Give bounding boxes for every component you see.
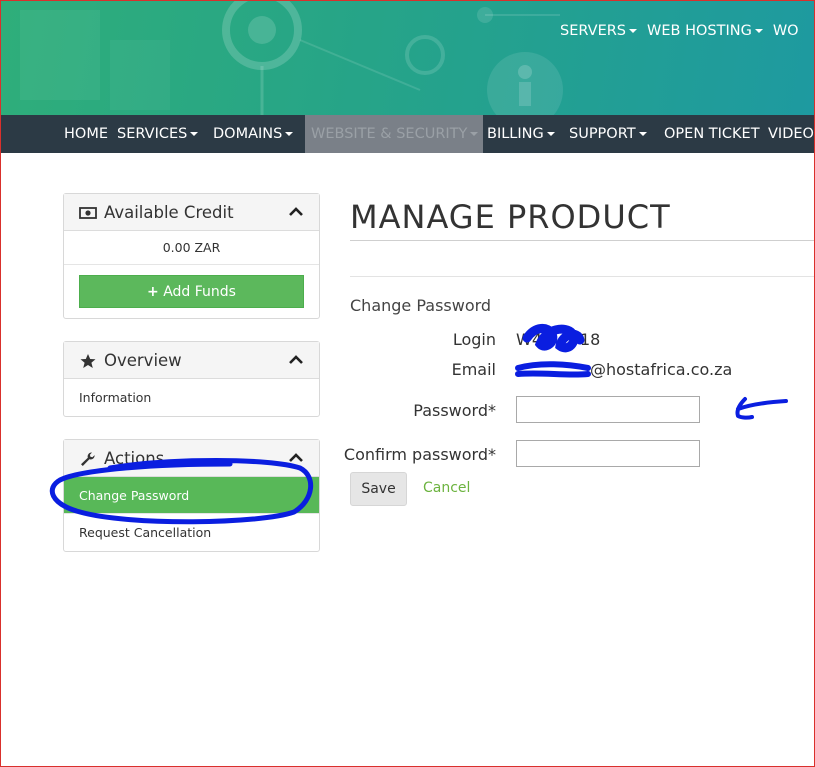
credit-panel-title: Available Credit — [104, 203, 234, 222]
actions-panel-title: Actions — [104, 449, 165, 468]
login-label: Login — [452, 330, 496, 349]
main-nav: HOME SERVICES DOMAINS WEBSITE & SECURITY… — [0, 115, 815, 153]
nav-website-security[interactable]: WEBSITE & SECURITY — [305, 115, 483, 153]
credit-value: 0.00 ZAR — [64, 231, 319, 265]
page-title: MANAGE PRODUCT — [350, 198, 671, 236]
add-funds-wrap: + Add Funds — [64, 265, 319, 318]
sidebar-item-change-password[interactable]: Change Password — [64, 477, 319, 514]
chevron-up-icon[interactable] — [289, 207, 303, 217]
password-input[interactable] — [516, 396, 700, 423]
plus-icon: + — [147, 284, 159, 300]
save-button[interactable]: Save — [350, 472, 407, 506]
chevron-down-icon — [629, 29, 638, 33]
nav-billing-label: BILLING — [487, 126, 544, 142]
nav-domains-label: DOMAINS — [213, 126, 283, 142]
add-funds-button[interactable]: + Add Funds — [79, 275, 304, 308]
chevron-down-icon — [190, 132, 199, 136]
star-icon — [80, 354, 96, 368]
section-divider — [350, 276, 815, 277]
nav-open-ticket[interactable]: OPEN TICKET — [664, 115, 760, 153]
chevron-down-icon — [285, 132, 294, 136]
email-label: Email — [451, 360, 496, 379]
top-nav-web-hosting[interactable]: WEB HOSTING — [647, 23, 763, 39]
chevron-up-icon[interactable] — [289, 355, 303, 365]
top-nav-servers-label: SERVERS — [560, 23, 627, 39]
site-header-banner: SERVERS WEB HOSTING WO — [0, 0, 815, 115]
nav-support-label: SUPPORT — [569, 126, 636, 142]
nav-billing[interactable]: BILLING — [487, 115, 555, 153]
nav-website-security-label: WEBSITE & SECURITY — [311, 126, 468, 142]
overview-panel-header[interactable]: Overview — [64, 342, 319, 379]
credit-panel-header[interactable]: Available Credit — [64, 194, 319, 231]
overview-panel-title: Overview — [104, 351, 182, 370]
confirm-password-input[interactable] — [516, 440, 700, 467]
top-nav: SERVERS WEB HOSTING WO — [560, 23, 809, 39]
nav-video[interactable]: VIDEO — [768, 115, 814, 153]
header-decoration — [20, 0, 563, 115]
chevron-down-icon — [546, 132, 555, 136]
title-divider — [350, 240, 815, 241]
actions-panel: Actions Change Password Request Cancella… — [63, 439, 320, 552]
cancel-link[interactable]: Cancel — [423, 480, 470, 496]
sidebar-item-request-cancellation[interactable]: Request Cancellation — [64, 514, 319, 551]
top-nav-wo[interactable]: WO — [773, 23, 799, 39]
chevron-down-icon — [754, 29, 763, 33]
arrow-annotation — [735, 397, 788, 420]
chevron-up-icon[interactable] — [289, 453, 303, 463]
nav-home-label: HOME — [64, 126, 108, 142]
nav-open-ticket-label: OPEN TICKET — [664, 126, 760, 142]
nav-support[interactable]: SUPPORT — [569, 115, 647, 153]
confirm-password-label: Confirm password* — [343, 445, 496, 464]
redaction-scribble-email — [515, 361, 591, 378]
actions-panel-header[interactable]: Actions — [64, 440, 319, 477]
chevron-down-icon — [638, 132, 647, 136]
nav-video-label: VIDEO — [768, 126, 814, 142]
money-icon — [79, 207, 97, 219]
top-nav-wo-label: WO — [772, 23, 799, 39]
login-value-end: 18 — [580, 330, 601, 349]
wrench-icon — [81, 452, 95, 466]
nav-services-label: SERVICES — [117, 126, 188, 142]
nav-domains[interactable]: DOMAINS — [213, 115, 294, 153]
sidebar-item-information[interactable]: Information — [64, 379, 319, 416]
email-value: @hostafrica.co.za — [590, 360, 733, 379]
overview-panel: Overview Information — [63, 341, 320, 417]
nav-services[interactable]: SERVICES — [117, 115, 199, 153]
login-value-start: W4 — [516, 330, 542, 349]
top-nav-web-hosting-label: WEB HOSTING — [647, 23, 752, 39]
credit-panel: Available Credit 0.00 ZAR + Add Funds — [63, 193, 320, 319]
top-nav-servers[interactable]: SERVERS — [560, 23, 638, 39]
section-title: Change Password — [350, 296, 492, 315]
add-funds-label: Add Funds — [163, 284, 236, 300]
chevron-down-icon — [470, 132, 479, 136]
login-value: W4 18 — [516, 330, 600, 349]
nav-home[interactable]: HOME — [64, 115, 108, 153]
password-label: Password* — [413, 401, 496, 420]
